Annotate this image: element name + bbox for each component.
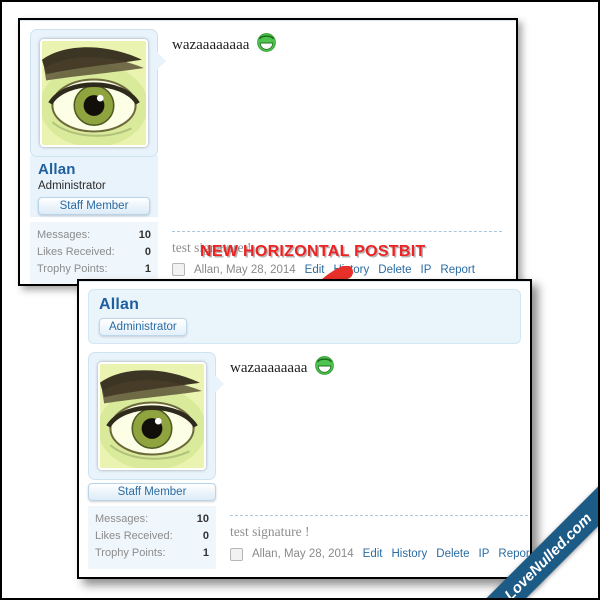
post-message: wazaaaaaaaa bbox=[172, 32, 502, 59]
stat-row: Messages: 10 bbox=[37, 227, 151, 244]
stat-value: 10 bbox=[196, 513, 209, 526]
post-message-text: wazaaaaaaaa bbox=[172, 37, 250, 53]
stat-label: Likes Received: bbox=[95, 530, 173, 543]
user-stats-box: Messages: 10 Likes Received: 0 Trophy Po… bbox=[30, 221, 158, 284]
avatar-container bbox=[30, 29, 166, 157]
stat-row: Trophy Points: 1 bbox=[37, 261, 151, 278]
username-link[interactable]: Allan bbox=[99, 296, 510, 314]
user-title: Administrator bbox=[38, 180, 106, 193]
ip-link[interactable]: IP bbox=[421, 264, 432, 276]
annotation-label: NEW HORIZONTAL POSTBIT bbox=[200, 243, 426, 260]
stat-label: Trophy Points: bbox=[37, 263, 108, 276]
stat-row: Trophy Points: 1 bbox=[95, 545, 209, 562]
stat-row: Likes Received: 0 bbox=[37, 244, 151, 261]
signature-divider bbox=[230, 514, 530, 516]
grinning-face-emoji bbox=[256, 32, 277, 59]
post-select-checkbox[interactable] bbox=[230, 547, 243, 561]
post-byline: Allan, May 28, 2014 bbox=[252, 548, 354, 561]
horizontal-user-sidebar: Staff Member Messages: 10 Likes Received… bbox=[88, 352, 224, 569]
staff-member-badge[interactable]: Staff Member bbox=[38, 197, 150, 216]
stat-value: 1 bbox=[202, 547, 209, 560]
stat-value: 1 bbox=[144, 263, 151, 276]
post-select-checkbox[interactable] bbox=[172, 263, 185, 277]
vertical-user-sidebar: Allan Administrator Staff Member Message… bbox=[30, 29, 166, 284]
grinning-face-emoji bbox=[314, 356, 335, 382]
staff-member-badge[interactable]: Staff Member bbox=[88, 483, 216, 502]
user-stats-box: Messages: 10 Likes Received: 0 Trophy Po… bbox=[88, 505, 216, 569]
stat-value: 0 bbox=[202, 530, 209, 543]
stat-row: Messages: 10 bbox=[95, 511, 209, 528]
delete-link[interactable]: Delete bbox=[436, 548, 469, 560]
signature-divider bbox=[172, 230, 502, 232]
post-body-spacer bbox=[230, 382, 530, 515]
post-footer-bar: Allan, May 28, 2014 Edit History Delete … bbox=[230, 547, 530, 569]
stat-label: Likes Received: bbox=[37, 246, 115, 259]
administrator-badge[interactable]: Administrator bbox=[99, 318, 187, 337]
history-link[interactable]: History bbox=[391, 548, 427, 560]
post-signature: test signature ! bbox=[230, 523, 310, 539]
stat-label: Trophy Points: bbox=[95, 547, 166, 560]
user-avatar-eye-image[interactable] bbox=[40, 39, 148, 147]
post-message-text: wazaaaaaaaa bbox=[230, 360, 308, 377]
avatar-container bbox=[88, 352, 224, 481]
user-avatar-eye-image[interactable] bbox=[98, 362, 206, 471]
stat-value: 10 bbox=[138, 229, 151, 242]
screenshot-canvas: Allan Administrator Staff Member Message… bbox=[0, 0, 600, 600]
horizontal-postbit-panel: Allan Administrator Staff Member Message… bbox=[77, 279, 532, 579]
edit-link[interactable]: Edit bbox=[363, 548, 383, 560]
post-message: wazaaaaaaaa bbox=[230, 356, 530, 382]
horizontal-user-header: Allan Administrator bbox=[88, 289, 521, 345]
username-link[interactable]: Allan bbox=[38, 161, 150, 178]
stat-label: Messages: bbox=[37, 229, 91, 242]
post-body-spacer bbox=[172, 59, 502, 231]
delete-link[interactable]: Delete bbox=[378, 264, 411, 276]
horizontal-post-body: wazaaaaaaaa test signature ! Allan, May … bbox=[216, 352, 530, 569]
ip-link[interactable]: IP bbox=[479, 548, 490, 560]
user-name-block: Allan Administrator Staff Member bbox=[30, 155, 158, 218]
stat-row: Likes Received: 0 bbox=[95, 528, 209, 545]
stat-value: 0 bbox=[144, 246, 151, 259]
report-link[interactable]: Report bbox=[440, 264, 475, 276]
stat-label: Messages: bbox=[95, 513, 149, 526]
